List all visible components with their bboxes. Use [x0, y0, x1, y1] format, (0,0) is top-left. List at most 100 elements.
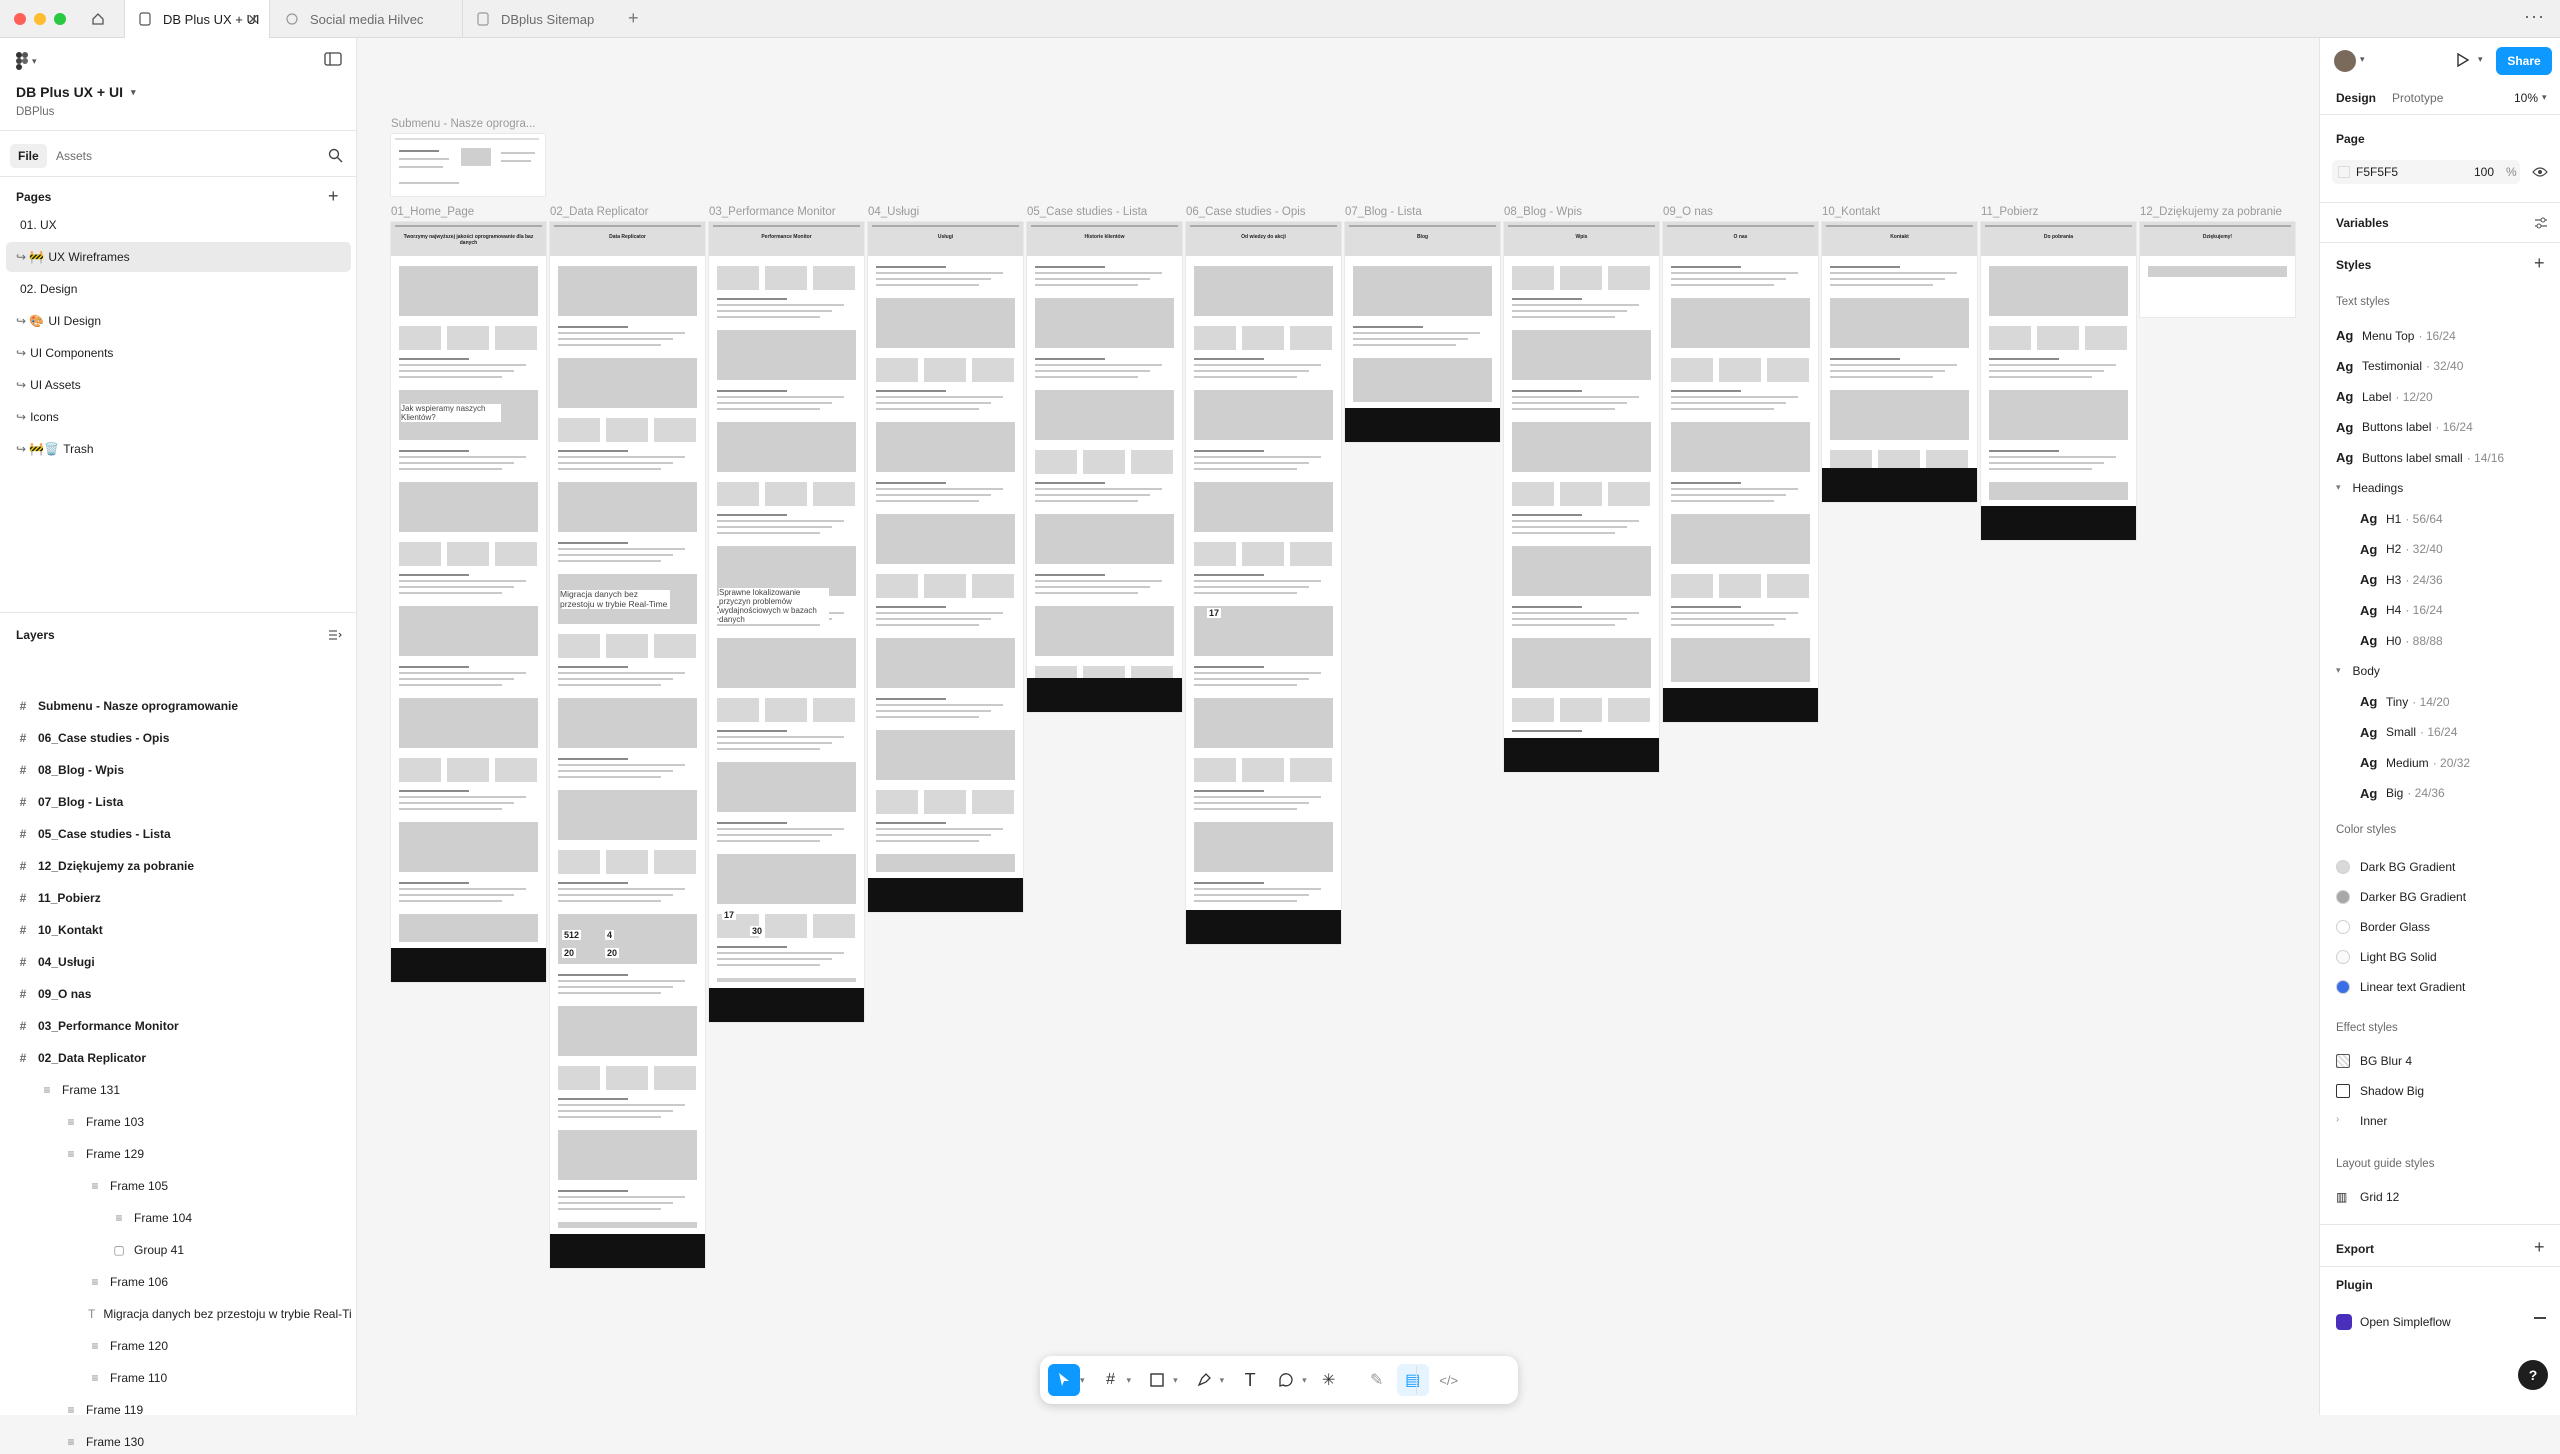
wireframe-frame[interactable]: Kontakt: [1822, 222, 1977, 502]
layer-item[interactable]: #10_Kontakt: [16, 918, 351, 942]
page-item[interactable]: ↪ 🎨 UI Design: [6, 306, 351, 336]
new-tab-icon[interactable]: +: [628, 8, 639, 29]
frame-label[interactable]: Submenu - Nasze oprogra...: [391, 118, 535, 130]
chevron-down-icon[interactable]: ▾: [1302, 1375, 1307, 1386]
page-item[interactable]: ↪ UI Components: [6, 338, 351, 368]
toggle-sidebar-icon[interactable]: [324, 52, 342, 71]
layer-item[interactable]: #07_Blog - Lista: [16, 790, 351, 814]
pen-tool-icon[interactable]: [1188, 1364, 1220, 1396]
layer-item[interactable]: ≡ Frame 129: [64, 1142, 351, 1166]
draw-mode-icon[interactable]: ✎: [1361, 1364, 1393, 1396]
remove-plugin-icon[interactable]: [2534, 1317, 2546, 1319]
layer-item[interactable]: ▢ Group 41: [112, 1238, 351, 1262]
frame-tool-icon[interactable]: #: [1095, 1364, 1127, 1396]
add-page-icon[interactable]: +: [328, 186, 339, 207]
wireframe-frame[interactable]: Blog: [1345, 222, 1500, 442]
frame-label[interactable]: 01_Home_Page: [391, 206, 474, 218]
tab-design[interactable]: Design: [2336, 91, 2376, 105]
plugin-item[interactable]: Open Simpleflow: [2336, 1314, 2451, 1330]
layer-item[interactable]: ≡ Frame 104: [112, 1206, 351, 1230]
text-tool-icon[interactable]: T: [1234, 1364, 1266, 1396]
text-style-item[interactable]: Ag H1 · 56/64: [2360, 511, 2443, 526]
frame-label[interactable]: 02_Data Replicator: [550, 206, 648, 218]
chevron-down-icon[interactable]: ▾: [1080, 1375, 1085, 1386]
maximize-window-button[interactable]: [54, 13, 66, 25]
layer-item[interactable]: ≡ Frame 131: [40, 1078, 351, 1102]
layer-item[interactable]: #05_Case studies - Lista: [16, 822, 351, 846]
frame-label[interactable]: 03_Performance Monitor: [709, 206, 836, 218]
text-style-item[interactable]: Ag H0 · 88/88: [2360, 633, 2443, 648]
comment-tool-icon[interactable]: [1270, 1364, 1302, 1396]
layer-item[interactable]: ≡ Frame 106: [88, 1270, 351, 1294]
layer-item[interactable]: #06_Case studies - Opis: [16, 726, 351, 750]
text-style-item[interactable]: Ag Buttons label small · 14/16: [2336, 450, 2504, 465]
frame-label[interactable]: 06_Case studies - Opis: [1186, 206, 1306, 218]
color-style-item[interactable]: Border Glass: [2336, 920, 2430, 934]
page-item[interactable]: 02. Design: [6, 274, 351, 304]
close-tab-icon[interactable]: ✕: [247, 11, 259, 28]
frame-label[interactable]: 09_O nas: [1663, 206, 1713, 218]
effect-style-blur[interactable]: BG Blur 4: [2336, 1054, 2412, 1068]
page-item[interactable]: ↪ UI Assets: [6, 370, 351, 400]
text-style-item[interactable]: Ag Small · 16/24: [2360, 725, 2457, 740]
layer-item[interactable]: #03_Performance Monitor: [16, 1014, 351, 1038]
wireframe-frame[interactable]: Usługi: [868, 222, 1023, 912]
main-menu-button[interactable]: ▾: [16, 52, 37, 70]
layer-item[interactable]: #11_Pobierz: [16, 886, 351, 910]
more-icon[interactable]: ···: [2524, 6, 2545, 27]
layer-item[interactable]: ≡ Frame 119: [64, 1398, 351, 1422]
page-item[interactable]: ↪ 🚧🗑️ Trash: [6, 434, 351, 464]
variables-heading[interactable]: Variables: [2336, 216, 2389, 230]
add-style-icon[interactable]: +: [2534, 253, 2545, 274]
text-style-item[interactable]: Ag Medium · 20/32: [2360, 755, 2470, 770]
avatar[interactable]: [2334, 50, 2356, 72]
frame-label[interactable]: 08_Blog - Wpis: [1504, 206, 1582, 218]
actions-icon[interactable]: ✳: [1313, 1364, 1345, 1396]
tab-assets[interactable]: Assets: [56, 144, 92, 168]
chevron-down-icon[interactable]: ▾: [1220, 1375, 1225, 1386]
text-style-item[interactable]: Ag H2 · 32/40: [2360, 542, 2443, 557]
page-item[interactable]: ↪ Icons: [6, 402, 351, 432]
style-group[interactable]: ▾ Body: [2336, 664, 2380, 678]
layer-item[interactable]: ≡ Frame 105: [88, 1174, 351, 1198]
text-style-item[interactable]: Ag Label · 12/20: [2336, 389, 2433, 404]
effect-style-inner[interactable]: › Inner: [2336, 1114, 2387, 1128]
design-mode-icon[interactable]: ▤: [1396, 1364, 1429, 1396]
chevron-down-icon[interactable]: ▾: [1173, 1375, 1178, 1386]
present-icon[interactable]: [2456, 52, 2470, 73]
add-export-icon[interactable]: +: [2534, 1237, 2545, 1258]
frame-label[interactable]: 07_Blog - Lista: [1345, 206, 1422, 218]
move-tool-icon[interactable]: [1048, 1364, 1080, 1396]
frame-label[interactable]: 12_Dziękujemy za pobranie: [2140, 206, 2282, 218]
text-style-item[interactable]: Ag Testimonial · 32/40: [2336, 359, 2463, 374]
tab-social-media[interactable]: Social media Hilvec: [272, 0, 462, 38]
tab-file[interactable]: File: [10, 144, 47, 168]
color-style-item[interactable]: Linear text Gradient: [2336, 980, 2465, 994]
design-canvas[interactable]: Submenu - Nasze oprogra... 01_Home_Page T…: [357, 38, 2319, 1415]
frame-label[interactable]: 11_Pobierz: [1981, 206, 2038, 218]
tab-sitemap[interactable]: DBplus Sitemap: [462, 0, 622, 38]
layer-item[interactable]: ≡ Frame 130: [64, 1430, 351, 1454]
text-style-item[interactable]: Ag Buttons label · 16/24: [2336, 420, 2473, 435]
search-icon[interactable]: [328, 148, 343, 168]
layer-item[interactable]: #08_Blog - Wpis: [16, 758, 351, 782]
color-style-item[interactable]: Dark BG Gradient: [2336, 860, 2455, 874]
chevron-down-icon[interactable]: ▾: [2478, 54, 2483, 65]
text-style-item[interactable]: Ag Big · 24/36: [2360, 786, 2445, 801]
close-window-button[interactable]: [14, 13, 26, 25]
tab-db-plus[interactable]: DB Plus UX + UI ✕: [124, 0, 270, 38]
wireframe-frame[interactable]: Od wiedzy do akcji: [1186, 222, 1341, 944]
chevron-down-icon[interactable]: ▾: [2542, 92, 2547, 103]
frame-label[interactable]: 04_Usługi: [868, 206, 919, 218]
wireframe-frame[interactable]: Wpis: [1504, 222, 1659, 772]
chevron-down-icon[interactable]: ▾: [2360, 54, 2365, 65]
layout-guide-grid[interactable]: ▥ Grid 12: [2336, 1190, 2399, 1204]
chevron-down-icon[interactable]: ▾: [1127, 1375, 1132, 1386]
dev-mode-icon[interactable]: </>: [1433, 1364, 1465, 1396]
page-item[interactable]: 01. UX: [6, 210, 351, 240]
submenu-frame[interactable]: [391, 134, 545, 196]
layer-item[interactable]: ≡ Frame 110: [88, 1366, 351, 1390]
wireframe-frame[interactable]: O nas: [1663, 222, 1818, 722]
variables-settings-icon[interactable]: [2534, 216, 2548, 235]
layer-item[interactable]: T Migracja danych bez przestoju w trybie …: [88, 1302, 351, 1326]
